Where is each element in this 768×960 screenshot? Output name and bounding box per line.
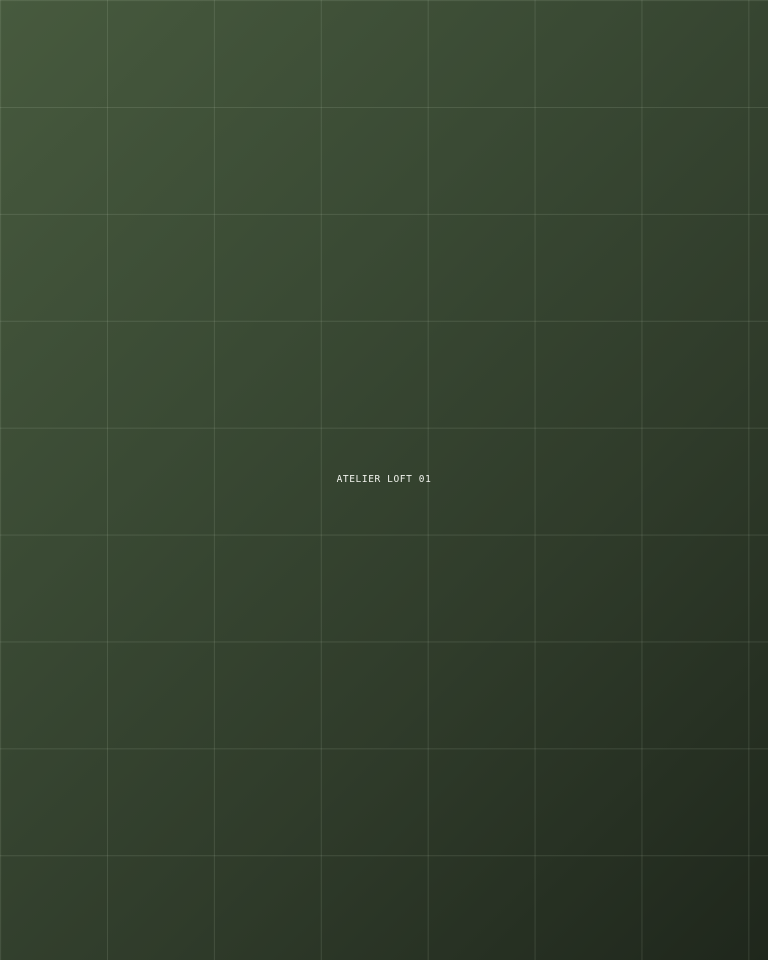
canvas-label: ATELIER LOFT 01: [336, 474, 432, 485]
